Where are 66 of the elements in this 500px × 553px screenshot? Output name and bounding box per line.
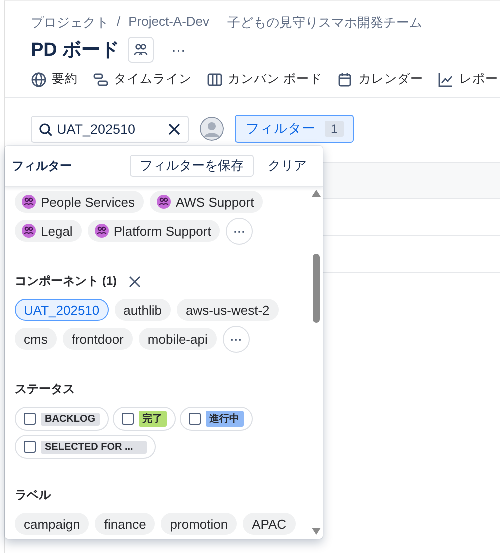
filter-chip[interactable]: mobile-api (138, 328, 217, 350)
checkbox[interactable] (24, 441, 36, 453)
board-title: PD ボード (31, 39, 120, 63)
status-option[interactable]: 進行中 (180, 407, 253, 431)
view-tab[interactable]: カンバン ボード (207, 71, 322, 90)
team-chip[interactable]: Platform Support (88, 220, 220, 242)
section-heading: ラベル (15, 487, 51, 504)
breadcrumb-link[interactable]: プロジェクト (31, 14, 109, 32)
more-button[interactable]: ··· (222, 326, 250, 353)
scroll-up-icon[interactable] (312, 190, 321, 197)
section-heading: ステータス (15, 381, 75, 398)
team-icon (132, 42, 149, 58)
checkbox[interactable] (24, 413, 36, 425)
team-chip[interactable]: Legal (15, 220, 82, 242)
project-subtitle: 子どもの見守りスマホ開発チーム (228, 14, 423, 32)
search-field[interactable]: UAT_202510 (31, 116, 189, 142)
scroll-down-icon[interactable] (312, 528, 321, 535)
checkbox[interactable] (122, 413, 134, 425)
breadcrumb-separator: / (117, 14, 121, 31)
filter-chip[interactable]: frontdoor (62, 328, 133, 350)
view-tab[interactable]: レポー (438, 71, 498, 90)
avatar[interactable] (200, 117, 224, 141)
team-icon (22, 224, 36, 238)
view-tab[interactable]: タイムライン (93, 71, 192, 90)
scrollbar-thumb[interactable] (313, 254, 320, 323)
panel-title: フィルター (12, 158, 73, 174)
section-heading: コンポーネント (1) (15, 273, 117, 290)
status-option[interactable]: 完了 (112, 407, 176, 431)
status-lozenge: 完了 (138, 411, 167, 427)
more-button[interactable]: ··· (226, 218, 254, 245)
status-lozenge: BACKLOG (41, 412, 100, 426)
globe-icon (31, 72, 47, 88)
view-tab[interactable]: 要約 (31, 71, 78, 90)
filter-chip[interactable]: campaign (15, 513, 90, 535)
status-lozenge: 進行中 (206, 411, 244, 427)
search-icon (39, 122, 53, 136)
filter-chip[interactable]: promotion (161, 513, 238, 535)
checkbox[interactable] (188, 413, 201, 425)
team-icon (22, 195, 36, 209)
filter-chip[interactable]: authlib (114, 299, 171, 321)
close-icon[interactable] (168, 122, 181, 136)
status-option[interactable]: BACKLOG (15, 407, 109, 431)
filter-chip[interactable]: APAC (243, 513, 296, 535)
team-chip[interactable]: People Services (15, 191, 144, 213)
team-button[interactable] (128, 37, 154, 63)
chart-icon (438, 72, 454, 88)
save-filter-button[interactable]: フィルターを保存 (130, 155, 254, 177)
calendar-icon (337, 72, 354, 88)
status-lozenge: SELECTED FOR ... (41, 440, 148, 454)
team-icon (156, 195, 171, 209)
breadcrumb-link[interactable]: Project-A-Dev (128, 14, 210, 32)
team-icon (94, 224, 109, 238)
team-chip[interactable]: AWS Support (150, 191, 264, 213)
filter-chip[interactable]: finance (95, 513, 156, 535)
filter-chip[interactable]: UAT_202510 (15, 299, 109, 321)
filter-chip[interactable]: aws-us-west-2 (176, 299, 279, 321)
filter-chip[interactable]: cms (15, 328, 57, 350)
view-tab[interactable]: カレンダー (337, 71, 424, 90)
filter-button[interactable]: フィルター 1 (235, 115, 354, 143)
columns-icon (207, 72, 223, 88)
filter-count: 1 (325, 121, 344, 137)
status-option[interactable]: SELECTED FOR ... (15, 435, 156, 459)
more-button[interactable]: ··· (168, 42, 190, 58)
close-icon[interactable] (129, 276, 141, 288)
timeline-icon (93, 72, 109, 88)
clear-button[interactable]: クリア (262, 157, 313, 175)
